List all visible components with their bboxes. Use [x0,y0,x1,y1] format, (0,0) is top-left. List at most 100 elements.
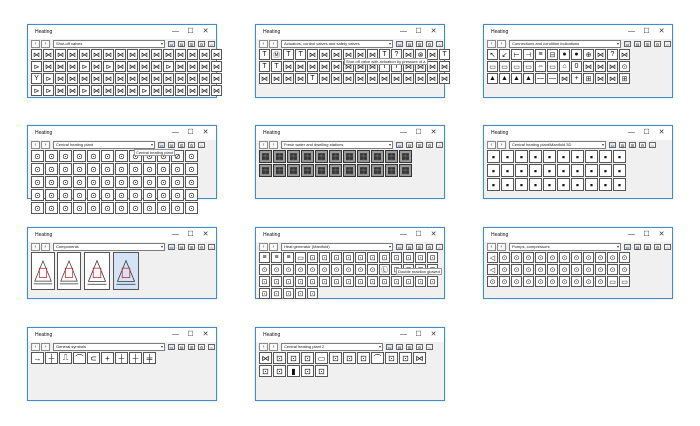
symbol-button[interactable]: ⊙ [59,150,72,162]
symbol-button[interactable]: ⊙ [185,176,198,188]
symbol-button[interactable]: ⊡ [385,352,398,364]
library-icon[interactable]: ▥ [416,243,423,250]
symbol-button[interactable]: ⋈ [283,73,294,84]
symbol-button[interactable]: ⋈ [331,61,342,72]
symbol-button[interactable]: ┼ [115,352,128,364]
symbol-button[interactable]: ⊙ [115,163,128,175]
symbol-button[interactable]: ↖ [487,49,498,60]
symbol-button[interactable]: ▪ [613,150,626,163]
minimize-button[interactable]: — [396,127,411,139]
building-icon[interactable]: ▤ [406,40,413,47]
symbol-button[interactable]: ⋈ [595,49,606,60]
symbol-button[interactable]: ⋈ [415,73,426,84]
symbol-button[interactable]: ⊟ [547,49,558,60]
forward-button[interactable]: › [41,242,50,251]
symbol-button[interactable]: ▭ [295,252,306,263]
symbol-button[interactable]: ⊙ [499,252,510,263]
close-button[interactable]: ✕ [426,26,441,38]
minimize-button[interactable]: — [168,26,183,38]
symbol-button[interactable]: ⋈ [391,73,402,84]
category-dropdown[interactable]: Central heating plant/Manifold 3D ▾ [509,140,606,149]
symbol-button[interactable]: ⋈ [355,73,366,84]
plug-icon[interactable]: ⚙ [426,243,433,250]
symbol-button[interactable]: ▦ [385,164,398,177]
symbol-button[interactable]: ⋈ [367,73,378,84]
symbol-button[interactable]: ⊡ [427,276,438,287]
pipes-icon[interactable]: ⌂ [664,40,671,47]
symbol-button[interactable]: ▭ [315,352,328,364]
pipes-icon[interactable]: ⌂ [198,141,205,148]
symbol-button[interactable]: ⊡ [259,365,272,377]
library-icon[interactable]: ▥ [178,141,185,148]
symbol-button[interactable]: ⊙ [129,202,142,214]
symbol-button[interactable]: ⌒ [73,352,86,364]
symbol-button[interactable]: ⊡ [307,288,318,299]
symbol-button[interactable]: ⋈ [403,73,414,84]
building-icon[interactable]: ▤ [178,243,185,250]
symbol-button[interactable]: 0 [571,61,582,72]
plug-icon[interactable]: ⚙ [198,40,205,47]
symbol-button[interactable]: ▲ [523,73,534,84]
symbol-button[interactable]: ⊙ [547,252,558,263]
symbol-button[interactable]: ⊙ [619,252,630,263]
symbol-button[interactable]: ⋈ [103,73,114,84]
symbol-button[interactable]: ⊡ [273,352,286,364]
symbol-button[interactable]: ⊡ [287,352,300,364]
symbol-button[interactable]: ⋈ [319,49,330,60]
symbol-button[interactable]: ⋈ [91,73,102,84]
symbol-button[interactable]: ⊡ [319,252,330,263]
symbol-button[interactable]: ⊡ [343,352,356,364]
symbol-button[interactable]: ▦ [385,150,398,163]
category-dropdown[interactable]: General symbols ▾ [53,342,165,351]
symbol-button[interactable]: ⋈ [91,49,102,60]
library-icon[interactable]: ▥ [188,40,195,47]
symbol-button[interactable]: ⋈ [271,73,282,84]
maximize-button[interactable]: ☐ [411,127,426,139]
symbol-button[interactable]: ⊙ [101,189,114,201]
building-icon[interactable]: ▤ [406,141,413,148]
symbol-button[interactable]: ⋈ [211,85,222,96]
symbol-button[interactable]: ⋈ [199,61,210,72]
forward-button[interactable]: › [269,242,278,251]
symbol-button[interactable]: ▪ [487,164,500,177]
symbol-button[interactable]: ⊙ [115,176,128,188]
symbol-button[interactable]: ⊳ [43,73,54,84]
close-button[interactable]: ✕ [426,127,441,139]
maximize-button[interactable]: ☐ [183,329,198,341]
close-button[interactable]: ✕ [198,26,213,38]
symbol-button[interactable]: ⊙ [45,150,58,162]
symbol-button[interactable]: → [31,352,44,364]
minimize-button[interactable]: — [624,26,639,38]
maximize-button[interactable]: ☐ [639,229,654,241]
symbol-button[interactable]: ▦ [301,164,314,177]
symbol-button[interactable]: ⊙ [143,163,156,175]
symbol-button[interactable]: ⊳ [139,85,150,96]
symbol-button[interactable]: ⋈ [187,73,198,84]
symbol-button[interactable]: T [259,61,270,72]
symbol-button[interactable]: ▦ [287,164,300,177]
symbol-button[interactable]: ▭ [487,61,498,72]
symbol-button[interactable]: Y [31,73,42,84]
symbol-button[interactable]: ⋈ [115,73,126,84]
symbol-button[interactable]: ⋈ [151,85,162,96]
symbol-button[interactable]: ● [559,49,570,60]
close-button[interactable]: ✕ [198,229,213,241]
symbol-button[interactable]: ▦ [329,150,342,163]
symbol-button[interactable]: ⋈ [595,73,606,84]
maximize-button[interactable]: ☐ [411,229,426,241]
symbol-button[interactable]: ▪ [529,164,542,177]
symbol-button[interactable]: ⊡ [399,352,412,364]
symbol-button[interactable]: ⋈ [67,85,78,96]
symbol-button[interactable]: ? [607,49,618,60]
plug-icon[interactable]: ⚙ [198,343,205,350]
symbol-button[interactable]: ▪ [557,150,570,163]
symbol-button[interactable]: ⋈ [103,49,114,60]
symbol-button[interactable]: ▦ [259,164,272,177]
symbol-button[interactable]: ▪ [501,164,514,177]
plug-icon[interactable]: ⚙ [654,243,661,250]
symbol-button[interactable]: ⊡ [307,276,318,287]
category-dropdown[interactable]: Components ▾ [53,242,165,251]
forward-button[interactable]: › [269,342,278,351]
symbol-button[interactable]: ⊡ [301,365,314,377]
symbol-button[interactable]: ⊙ [87,189,100,201]
